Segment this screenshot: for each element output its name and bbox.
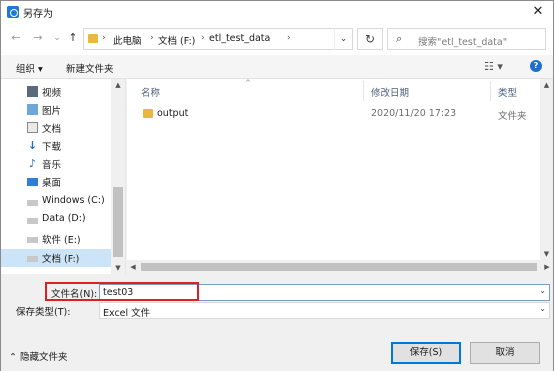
command-toolbar: 组织 ▾ 新建文件夹 ☷ ▾ ? (1, 55, 553, 79)
file-name-cell[interactable]: output (157, 108, 188, 119)
save-as-dialog: 另存为 ✕ ← → ⌄ ↑ › 此电脑 › 文档 (F:) › etl_test… (0, 0, 554, 371)
help-icon[interactable]: ? (530, 60, 542, 72)
sidebar-item-label: 下载 (42, 142, 62, 153)
music-icon: ♪ (28, 157, 37, 170)
sidebar-item-label: 软件 (E:) (42, 235, 81, 246)
search-box[interactable]: ⌕ 搜索"etl_test_data" (387, 28, 546, 50)
drive-icon (27, 237, 38, 243)
sidebar-item-label: 视频 (42, 88, 62, 99)
desktop-icon (27, 178, 38, 186)
forward-arrow-icon[interactable]: → (31, 31, 45, 45)
sidebar-item-music[interactable]: ♪ 音乐 (1, 155, 111, 173)
scroll-up-icon[interactable]: ▲ (540, 79, 553, 91)
organize-menu[interactable]: 组织 ▾ (16, 61, 43, 75)
up-arrow-icon[interactable]: ↑ (66, 31, 80, 45)
window-title: 另存为 (23, 9, 53, 20)
pictures-icon (27, 104, 38, 115)
sidebar-scrollbar[interactable]: ▲ ▼ (111, 79, 125, 274)
drive-icon (27, 256, 38, 262)
sidebar-item-documents[interactable]: 文档 (1, 119, 111, 137)
sidebar-item-label: Data (D:) (42, 213, 86, 224)
search-placeholder: 搜索"etl_test_data" (418, 37, 508, 48)
chevron-down-icon[interactable]: ⌄ (539, 286, 546, 295)
save-button[interactable]: 保存(S) (391, 342, 461, 364)
view-options-icon[interactable]: ☷ ▾ (484, 60, 503, 73)
sidebar-item-label: 桌面 (42, 178, 62, 189)
column-header-type[interactable]: 类型 (498, 85, 517, 99)
filetype-select[interactable]: Excel 文件 ⌄ (99, 302, 550, 319)
column-divider[interactable] (490, 81, 491, 101)
filetype-label: 保存类型(T): (16, 307, 71, 318)
breadcrumb-etl-test-data[interactable]: etl_test_data (209, 33, 270, 44)
drive-icon (27, 200, 38, 206)
navigation-pane: 视频 图片 文档 ↓ 下载 ♪ 音乐 桌面 Windows (C:) Data … (1, 79, 126, 274)
navigation-bar: ← → ⌄ ↑ › 此电脑 › 文档 (F:) › etl_test_data … (1, 23, 553, 55)
sidebar-item-label: 文档 (42, 124, 62, 135)
file-list-horizontal-scrollbar[interactable]: ◀ ▶ (127, 260, 553, 274)
back-arrow-icon[interactable]: ← (9, 31, 23, 45)
file-modified-cell: 2020/11/20 17:23 (371, 108, 457, 119)
scroll-left-icon[interactable]: ◀ (127, 260, 139, 274)
search-icon: ⌕ (396, 32, 403, 45)
column-header-name[interactable]: 名称 (141, 85, 160, 99)
close-button[interactable]: ✕ (523, 1, 553, 23)
new-folder-button[interactable]: 新建文件夹 (66, 61, 114, 75)
scroll-down-icon[interactable]: ▼ (540, 248, 553, 260)
sidebar-item-label: Windows (C:) (42, 195, 105, 206)
scroll-up-icon[interactable]: ▲ (111, 79, 125, 91)
sidebar-item-drive-d[interactable]: Data (D:) (1, 211, 111, 229)
sidebar-item-label: 图片 (42, 106, 62, 117)
chevron-down-icon[interactable]: ⌄ (539, 304, 546, 313)
sidebar-item-videos[interactable]: 视频 (1, 83, 111, 101)
scroll-right-icon[interactable]: ▶ (541, 260, 553, 274)
file-list-vertical-scrollbar[interactable]: ▲ ▼ (540, 79, 553, 260)
folder-icon (143, 109, 153, 118)
column-header-modified[interactable]: 修改日期 (371, 85, 409, 99)
address-dropdown-icon[interactable]: ⌄ (334, 28, 352, 50)
scroll-down-icon[interactable]: ▼ (111, 262, 125, 274)
horizontal-scroll-thumb[interactable] (141, 263, 537, 271)
sidebar-scroll-thumb[interactable] (113, 187, 123, 257)
drive-icon (27, 218, 38, 224)
app-icon (7, 6, 19, 18)
sort-indicator-icon: ^ (245, 79, 251, 87)
sidebar-item-drive-c[interactable]: Windows (C:) (1, 193, 111, 211)
folder-icon (88, 34, 98, 43)
sidebar-item-drive-e[interactable]: 软件 (E:) (1, 230, 111, 248)
column-divider[interactable] (363, 81, 364, 101)
sidebar-item-drive-f[interactable]: 文档 (F:) (1, 249, 111, 267)
filetype-value: Excel 文件 (103, 308, 151, 319)
breadcrumb-separator: › (102, 33, 106, 43)
download-icon: ↓ (27, 139, 38, 152)
address-bar[interactable]: › 此电脑 › 文档 (F:) › etl_test_data › (83, 28, 353, 50)
sidebar-item-label: 文档 (F:) (42, 254, 80, 265)
cancel-button[interactable]: 取消 (470, 342, 540, 364)
sidebar-item-label: 音乐 (42, 160, 62, 171)
breadcrumb-separator: › (201, 33, 205, 43)
recent-locations-icon[interactable]: ⌄ (50, 31, 64, 45)
sidebar-item-pictures[interactable]: 图片 (1, 101, 111, 119)
file-type-cell: 文件夹 (498, 111, 527, 122)
video-icon (27, 86, 38, 97)
breadcrumb-separator: › (287, 33, 291, 43)
breadcrumb-separator: › (150, 33, 154, 43)
highlight-annotation (45, 282, 199, 301)
dialog-footer: ⌃ 隐藏文件夹 保存(S) 取消 (1, 321, 553, 371)
title-bar: 另存为 ✕ (1, 1, 553, 23)
file-list: ^ 名称 修改日期 类型 output 2020/11/20 17:23 文件夹… (127, 79, 553, 274)
breadcrumb-this-pc[interactable]: 此电脑 (113, 33, 142, 47)
documents-icon (27, 122, 38, 133)
refresh-button[interactable]: ↻ (357, 28, 383, 50)
hide-folders-toggle[interactable]: ⌃ 隐藏文件夹 (9, 349, 67, 363)
sidebar-item-desktop[interactable]: 桌面 (1, 173, 111, 191)
sidebar-item-downloads[interactable]: ↓ 下载 (1, 137, 111, 155)
breadcrumb-drive-f[interactable]: 文档 (F:) (158, 33, 195, 47)
